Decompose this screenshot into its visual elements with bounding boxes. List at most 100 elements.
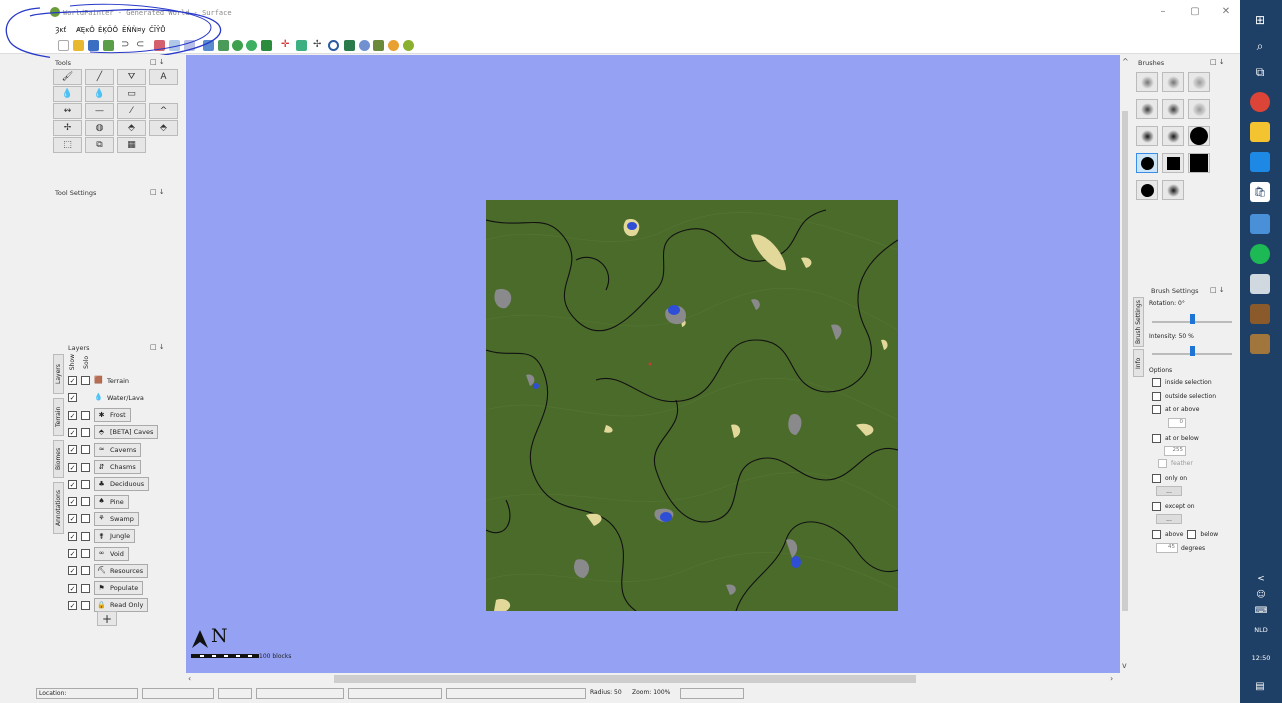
- scroll-up-icon[interactable]: ^: [1122, 57, 1129, 66]
- layer-resources-button[interactable]: ⛏ Resources: [94, 563, 149, 578]
- tool-button-1-0-icon[interactable]: 💧: [53, 86, 82, 102]
- layer-caverns-button[interactable]: ≈ Caverns: [94, 442, 142, 457]
- globe-icon[interactable]: [403, 40, 414, 51]
- maximize-button[interactable]: ▢: [1188, 6, 1202, 18]
- windows-start-icon[interactable]: ⊞: [1250, 10, 1270, 30]
- layer-solo-checkbox[interactable]: [81, 479, 90, 489]
- horizontal-scrollbar[interactable]: ‹ ›: [186, 673, 1120, 685]
- vertical-scroll-thumb[interactable]: [1122, 111, 1128, 611]
- view-3d-icon[interactable]: [359, 40, 370, 51]
- tool-button-0-0-icon[interactable]: 🖌: [53, 69, 82, 85]
- brush-hard-square-lg-icon[interactable]: [1188, 153, 1210, 173]
- map-icon[interactable]: [344, 40, 355, 51]
- layer-show-checkbox[interactable]: ✓: [68, 445, 77, 455]
- paint-icon[interactable]: [1250, 274, 1270, 294]
- panel-float-dock-icon[interactable]: □ ↓: [150, 188, 165, 196]
- layer-show-checkbox[interactable]: ✓: [68, 583, 77, 593]
- layer-show-checkbox[interactable]: ✓: [68, 393, 77, 403]
- zoom-out-icon[interactable]: [184, 40, 195, 51]
- option-only-on[interactable]: only on: [1152, 474, 1187, 483]
- brush-hard-round-selected-icon[interactable]: [1136, 153, 1158, 173]
- layer-solo-checkbox[interactable]: [81, 514, 90, 524]
- at-or-below-spinner[interactable]: 255: [1164, 446, 1186, 456]
- at-or-above-checkbox[interactable]: [1152, 405, 1161, 414]
- layer-show-checkbox[interactable]: ✓: [68, 462, 77, 472]
- overlay-icon[interactable]: [246, 40, 257, 51]
- tab-terrain[interactable]: Terrain: [53, 398, 64, 436]
- at-or-below-checkbox[interactable]: [1152, 434, 1161, 443]
- brush-soft-round-icon[interactable]: [1136, 72, 1158, 92]
- teams-icon[interactable]: [1250, 214, 1270, 234]
- layer-show-checkbox[interactable]: ✓: [68, 531, 77, 541]
- option-above-below[interactable]: above below: [1152, 530, 1218, 539]
- panel-float-dock-icon[interactable]: □ ↓: [1210, 58, 1225, 66]
- zoom-in-icon[interactable]: [154, 40, 165, 51]
- inside-selection-checkbox[interactable]: [1152, 378, 1161, 387]
- tool-button-3-2-icon[interactable]: ⬘: [117, 120, 146, 136]
- tab-biomes[interactable]: Biomes: [53, 440, 64, 478]
- brush-soft-square-icon[interactable]: [1162, 126, 1184, 146]
- world-map[interactable]: [486, 200, 898, 611]
- tab-layers[interactable]: Layers: [53, 354, 64, 394]
- layer-show-checkbox[interactable]: ✓: [68, 479, 77, 489]
- tray-chevron-icon[interactable]: <: [1240, 574, 1282, 584]
- layer-show-checkbox[interactable]: ✓: [68, 566, 77, 576]
- language-indicator[interactable]: NLD: [1240, 626, 1282, 634]
- brush-hard-round-icon[interactable]: [1188, 126, 1210, 146]
- brush-noise-icon[interactable]: [1188, 99, 1210, 119]
- option-at-or-below[interactable]: at or below: [1152, 434, 1199, 443]
- layer-solo-checkbox[interactable]: [81, 427, 90, 437]
- only-on-select-button[interactable]: ...: [1156, 486, 1182, 496]
- layer-deciduous-button[interactable]: ♣ Deciduous: [94, 477, 150, 492]
- above-checkbox[interactable]: [1152, 530, 1161, 539]
- add-layer-button[interactable]: +: [97, 611, 117, 626]
- minimize-button[interactable]: –: [1156, 6, 1170, 18]
- export-world-icon[interactable]: [103, 40, 114, 51]
- new-world-icon[interactable]: [58, 40, 69, 51]
- chrome-icon[interactable]: [1250, 92, 1270, 112]
- mail-icon[interactable]: [1250, 152, 1270, 172]
- minecraft-icon[interactable]: [373, 40, 384, 51]
- rotation-slider[interactable]: [1190, 314, 1195, 324]
- tab-annotations[interactable]: Annotations: [53, 482, 64, 534]
- except-on-checkbox[interactable]: [1152, 502, 1161, 511]
- tool-button-1-1-icon[interactable]: 💧: [85, 86, 114, 102]
- tool-button-4-1-icon[interactable]: ⧉: [85, 137, 114, 153]
- undo-icon[interactable]: ⊃: [121, 40, 132, 51]
- vertical-scrollbar[interactable]: ^ v: [1120, 55, 1130, 673]
- layer-solo-checkbox[interactable]: [81, 445, 90, 455]
- horizontal-scroll-thumb[interactable]: [334, 675, 916, 683]
- plugin-icon[interactable]: [388, 40, 399, 51]
- redo-icon[interactable]: ⊂: [136, 40, 147, 51]
- layer-solo-checkbox[interactable]: [81, 549, 90, 558]
- close-button[interactable]: ✕: [1219, 6, 1233, 18]
- menu-edit[interactable]: ȺĘĸȎ: [76, 26, 95, 34]
- option-except-on[interactable]: except on: [1152, 502, 1195, 511]
- tool-button-3-0-icon[interactable]: ✢: [53, 120, 82, 136]
- layer-populate-button[interactable]: ⚑ Populate: [94, 581, 144, 596]
- menu-tools[interactable]: ĔŃŇ¤y: [122, 26, 146, 34]
- tool-button-0-2-icon[interactable]: ⛛: [117, 69, 146, 85]
- layer-solo-checkbox[interactable]: [81, 462, 90, 472]
- panel-float-dock-icon[interactable]: □ ↓: [150, 343, 165, 351]
- grid-icon[interactable]: [218, 40, 229, 51]
- brush-soft-square-icon[interactable]: [1162, 180, 1184, 200]
- menu-file[interactable]: Ȝĸť: [55, 26, 66, 34]
- except-on-select-button[interactable]: ...: [1156, 514, 1182, 524]
- layer-solo-checkbox[interactable]: [81, 376, 90, 385]
- panel-float-dock-icon[interactable]: □ ↓: [1210, 286, 1225, 294]
- tool-button-0-1-icon[interactable]: ╱: [85, 69, 114, 85]
- intensity-slider[interactable]: [1190, 346, 1195, 356]
- layer-beta-caves-button[interactable]: ⬘ [BETA] Caves: [94, 425, 159, 440]
- outside-selection-checkbox[interactable]: [1152, 392, 1161, 401]
- layer-show-checkbox[interactable]: ✓: [68, 427, 77, 437]
- worldpainter-icon[interactable]: [1250, 334, 1270, 354]
- layer-show-checkbox[interactable]: ✓: [68, 410, 77, 420]
- tool-button-2-3-icon[interactable]: ^: [149, 103, 178, 119]
- layer-pine-button[interactable]: ♠ Pine: [94, 494, 129, 509]
- zoom-reset-icon[interactable]: [169, 40, 180, 51]
- option-outside-selection[interactable]: outside selection: [1152, 392, 1216, 401]
- menu-help[interactable]: ČĪŶŮ: [149, 26, 165, 34]
- crosshair-icon[interactable]: ✛: [281, 40, 292, 51]
- search-icon[interactable]: ⌕: [1250, 36, 1270, 56]
